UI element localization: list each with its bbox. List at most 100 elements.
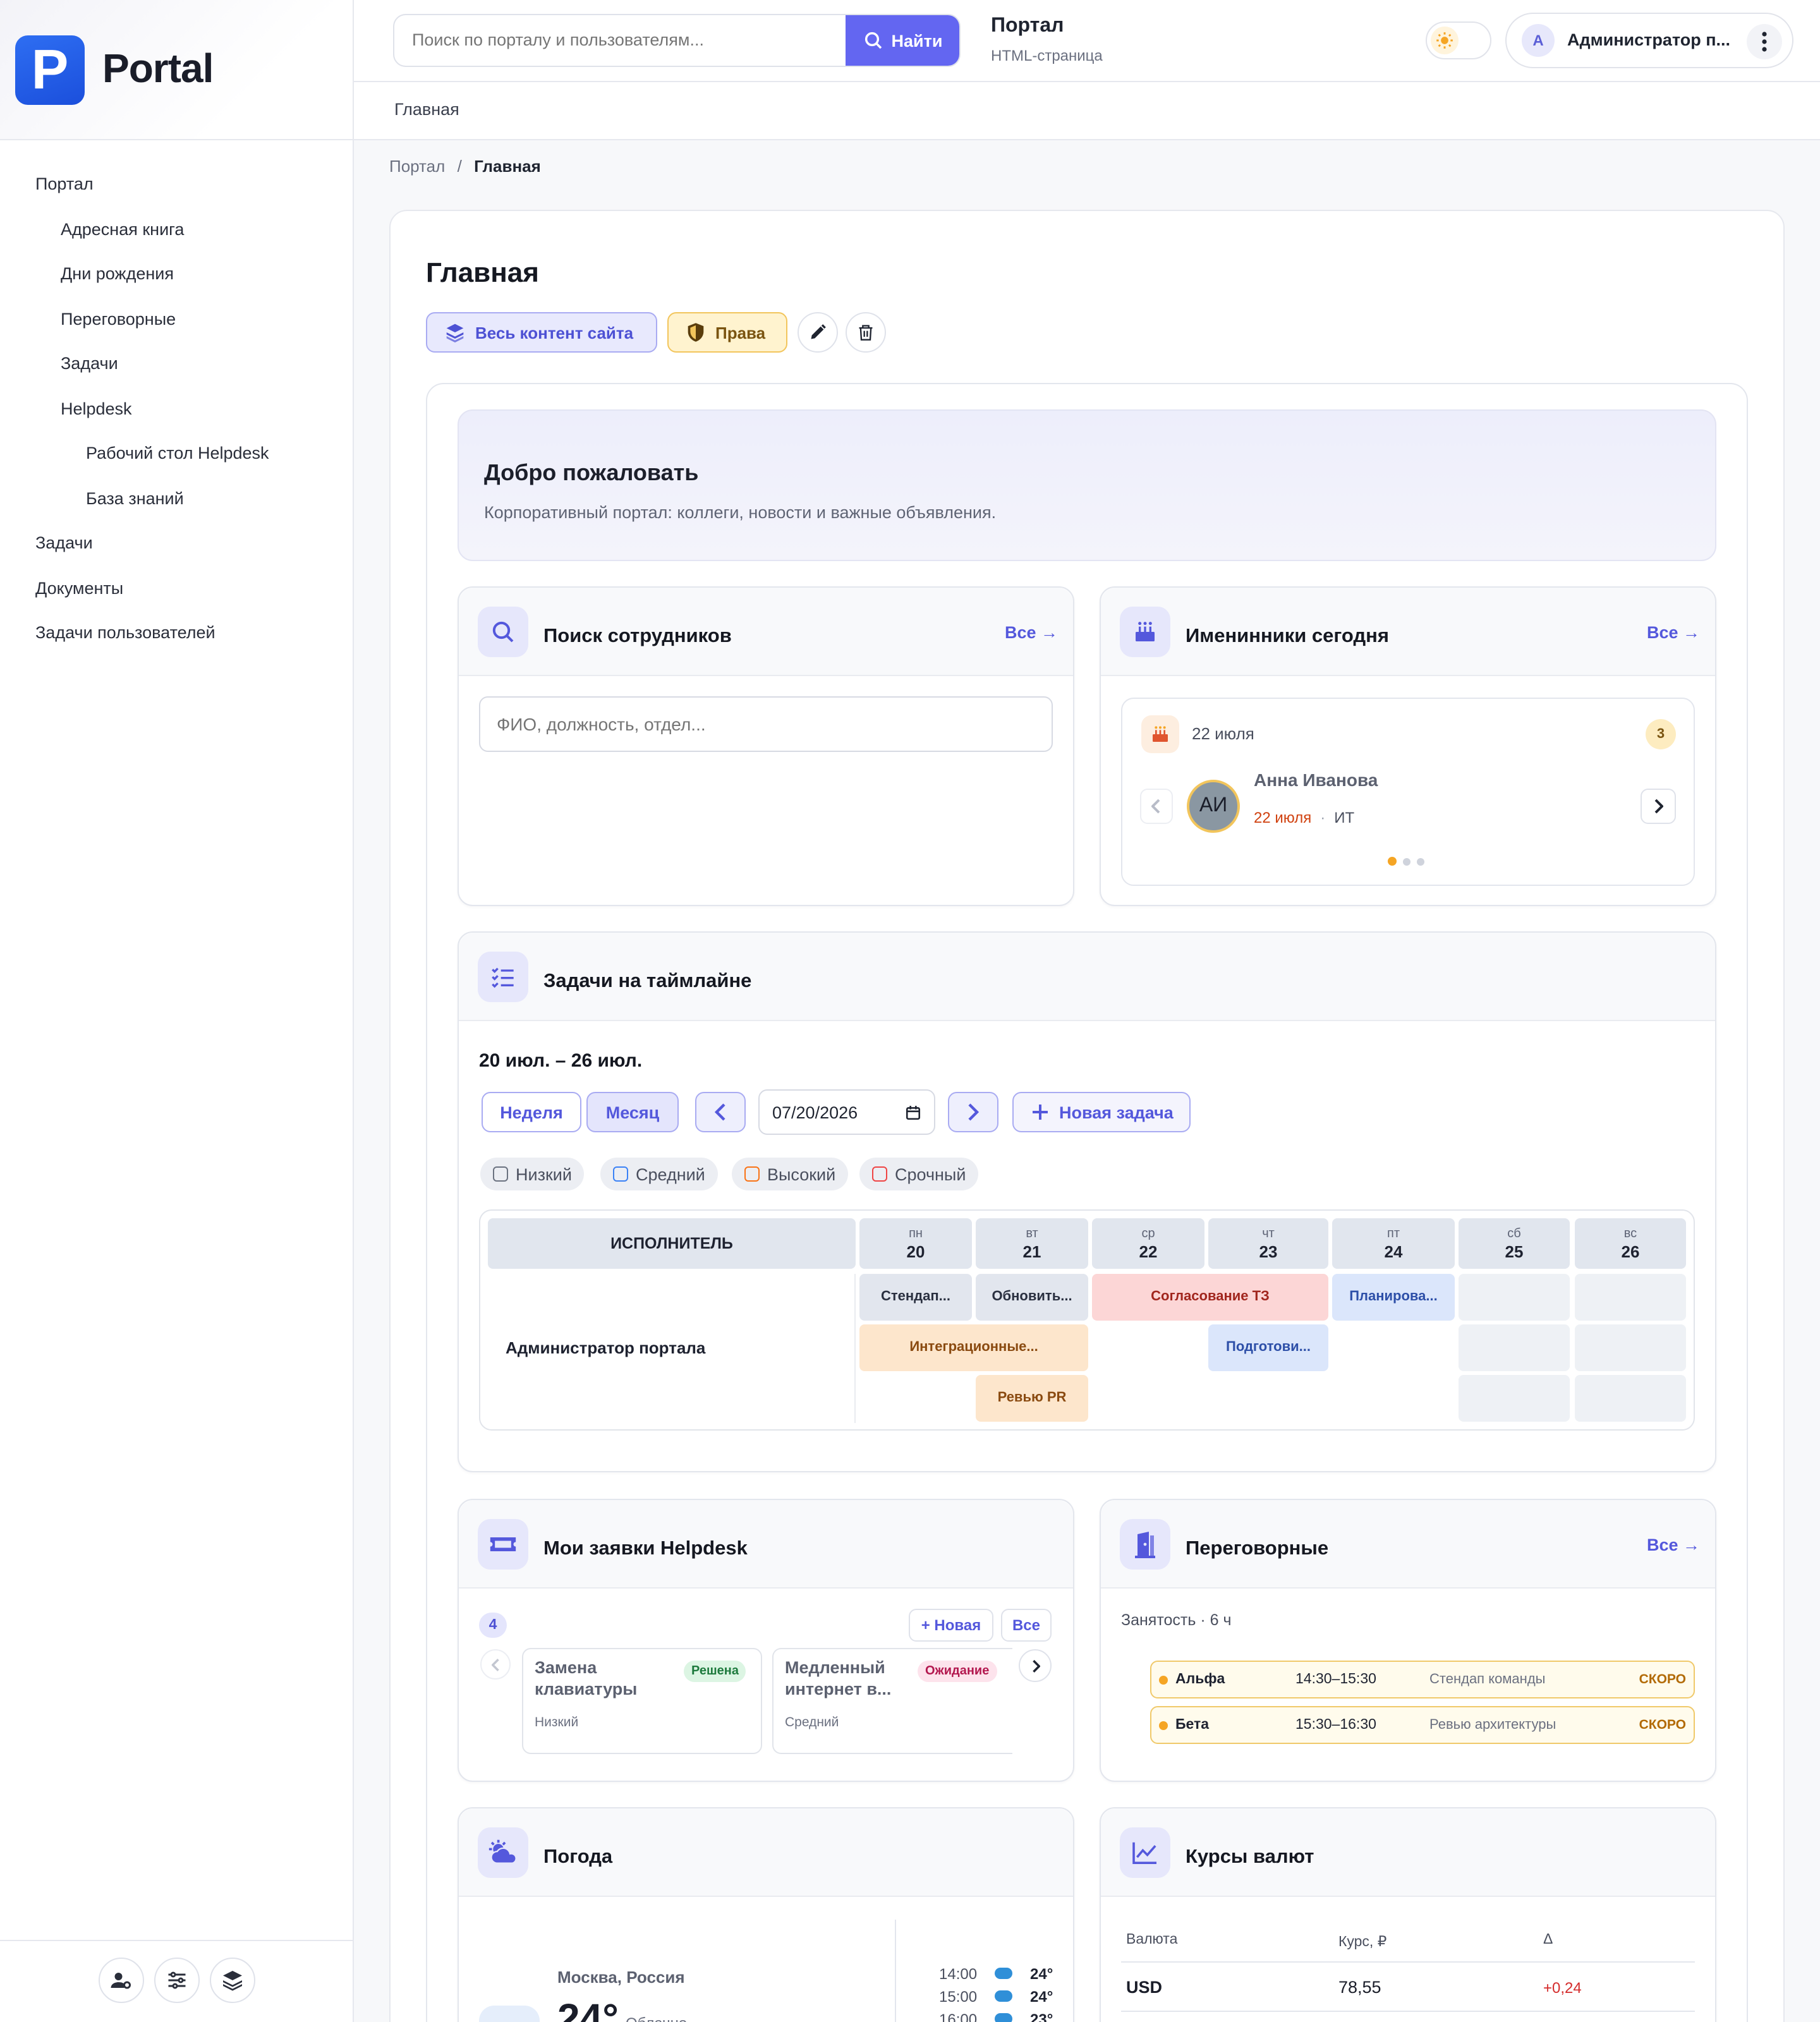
- sidebar-item-tasks-sub[interactable]: Задачи: [61, 354, 118, 373]
- next-week-button[interactable]: [948, 1092, 998, 1132]
- sidebar-item-birthdays[interactable]: Дни рождения: [61, 264, 174, 283]
- day-name: чт: [1262, 1227, 1275, 1241]
- chevron-right-icon: [1032, 1659, 1040, 1672]
- rights-label: Права: [715, 323, 766, 342]
- employee-search-input[interactable]: [479, 696, 1053, 752]
- priority-filter-high[interactable]: Высокий: [732, 1158, 849, 1190]
- chevron-left-icon: [1151, 799, 1160, 814]
- room-name: Альфа: [1175, 1672, 1225, 1687]
- timeline-event[interactable]: Согласование ТЗ: [1092, 1274, 1328, 1321]
- date-picker[interactable]: 07/20/2026: [758, 1089, 935, 1135]
- chevron-right-icon: [968, 1103, 980, 1121]
- rights-button[interactable]: Права: [667, 312, 787, 353]
- next-ticket-button[interactable]: [1019, 1649, 1052, 1682]
- edit-button[interactable]: [798, 312, 838, 353]
- priority-label: Средний: [636, 1165, 705, 1184]
- sliders-icon[interactable]: [154, 1958, 200, 2003]
- day-number: 22: [1139, 1242, 1158, 1261]
- timeline-event[interactable]: Обновить...: [976, 1274, 1088, 1321]
- priority-label: Высокий: [767, 1165, 836, 1184]
- layers-icon: [446, 324, 464, 342]
- meta-sep: ·: [1320, 809, 1326, 826]
- ticket-card[interactable]: Замена клавиатуры Решена Низкий: [522, 1648, 762, 1754]
- priority-filter-low[interactable]: Низкий: [480, 1158, 585, 1190]
- sidebar-item-meeting-rooms[interactable]: Переговорные: [61, 310, 176, 329]
- person-dept: ИТ: [1334, 809, 1355, 826]
- search-button[interactable]: Найти: [846, 15, 959, 66]
- hour-time: 14:00: [939, 1965, 978, 1983]
- card-title: Поиск сотрудников: [543, 626, 732, 647]
- prev-birthday-button[interactable]: [1140, 789, 1173, 824]
- status-badge: Ожидание: [918, 1661, 997, 1682]
- search-input[interactable]: [394, 15, 846, 66]
- employee-search-card: Поиск сотрудников Все →: [458, 586, 1074, 906]
- empty-slot[interactable]: [1459, 1375, 1570, 1422]
- empty-slot[interactable]: [1575, 1274, 1686, 1321]
- user-menu[interactable]: A Администратор п...: [1505, 13, 1793, 68]
- tab-home[interactable]: Главная: [394, 100, 459, 119]
- sidebar-item-knowledge-base[interactable]: База знаний: [86, 489, 184, 508]
- delete-button[interactable]: [846, 312, 886, 353]
- week-view-button[interactable]: Неделя: [482, 1092, 581, 1132]
- room-booking[interactable]: Бета 15:30–16:30 Ревью архитектуры СКОРО: [1150, 1706, 1695, 1744]
- day-header: вс 26: [1575, 1218, 1686, 1269]
- empty-slot[interactable]: [1575, 1324, 1686, 1371]
- layers-icon[interactable]: [210, 1958, 255, 2003]
- hour-temp: 23°: [1030, 2011, 1053, 2022]
- rooms-occupancy: Занятость · 6 ч: [1121, 1611, 1232, 1629]
- person-name[interactable]: Анна Иванова: [1254, 770, 1378, 790]
- cloud-icon: [995, 2013, 1012, 2022]
- prev-ticket-button[interactable]: [480, 1649, 511, 1680]
- more-vertical-icon[interactable]: [1747, 24, 1782, 59]
- card-title: Задачи на таймлайне: [543, 971, 752, 992]
- currency-code: USD: [1126, 1978, 1163, 1997]
- timeline-event[interactable]: Подготови...: [1208, 1324, 1328, 1371]
- ticket-card[interactable]: Медленный интернет в... Ожидание Средний: [772, 1648, 1012, 1754]
- prev-week-button[interactable]: [695, 1092, 746, 1132]
- room-booking[interactable]: Альфа 14:30–15:30 Стендап команды СКОРО: [1150, 1661, 1695, 1698]
- timeline-event[interactable]: Планирова...: [1332, 1274, 1455, 1321]
- all-content-button[interactable]: Весь контент сайта: [426, 312, 657, 353]
- room-time: 14:30–15:30: [1295, 1672, 1376, 1687]
- logo-area[interactable]: P Portal: [0, 0, 353, 140]
- shield-icon: [688, 323, 704, 342]
- birthdays-all-link[interactable]: Все →: [1647, 623, 1700, 642]
- new-task-button[interactable]: Новая задача: [1012, 1092, 1191, 1132]
- empty-slot[interactable]: [1459, 1324, 1570, 1371]
- all-tickets-button[interactable]: Все: [1001, 1609, 1052, 1642]
- priority-filter-medium[interactable]: Средний: [600, 1158, 718, 1190]
- new-ticket-button[interactable]: + Новая: [909, 1609, 993, 1642]
- search-button-label: Найти: [891, 31, 943, 50]
- sidebar-item-user-tasks[interactable]: Задачи пользователей: [35, 623, 215, 642]
- carousel-dot[interactable]: [1388, 857, 1397, 866]
- sidebar-item-helpdesk[interactable]: Helpdesk: [61, 399, 132, 418]
- carousel-dot[interactable]: [1403, 857, 1410, 865]
- priority-filter-urgent[interactable]: Срочный: [859, 1158, 979, 1190]
- ticket-title: Медленный интернет в...: [785, 1658, 892, 1698]
- day-name: сб: [1507, 1227, 1521, 1241]
- sidebar-item-tasks[interactable]: Задачи: [35, 533, 93, 552]
- empty-slot[interactable]: [1575, 1375, 1686, 1422]
- sidebar-item-address-book[interactable]: Адресная книга: [61, 220, 184, 239]
- timeline-event[interactable]: Интеграционные...: [859, 1324, 1088, 1371]
- day-header: чт 23: [1208, 1218, 1328, 1269]
- sidebar-item-helpdesk-desk[interactable]: Рабочий стол Helpdesk: [86, 444, 269, 463]
- rooms-all-link[interactable]: Все →: [1647, 1535, 1700, 1554]
- theme-toggle[interactable]: [1426, 21, 1491, 59]
- sidebar-item-documents[interactable]: Документы: [35, 579, 123, 598]
- weather-city: Москва, Россия: [557, 1968, 685, 1987]
- hour-temp: 24°: [1030, 1988, 1053, 2006]
- carousel-dot[interactable]: [1417, 857, 1424, 865]
- timeline-event[interactable]: Стендап...: [859, 1274, 972, 1321]
- breadcrumb-root[interactable]: Портал: [389, 157, 445, 176]
- timeline-event[interactable]: Ревью PR: [976, 1375, 1088, 1422]
- sidebar-item-portal[interactable]: Портал: [35, 174, 94, 193]
- priority-label: Низкий: [516, 1165, 572, 1184]
- carousel-dots: [1388, 857, 1424, 866]
- employee-all-link[interactable]: Все →: [1005, 623, 1058, 642]
- month-view-button[interactable]: Месяц: [586, 1092, 679, 1132]
- next-birthday-button[interactable]: [1641, 789, 1676, 824]
- user-settings-icon[interactable]: [99, 1958, 144, 2003]
- empty-slot[interactable]: [1459, 1274, 1570, 1321]
- room-time: 15:30–16:30: [1295, 1717, 1376, 1733]
